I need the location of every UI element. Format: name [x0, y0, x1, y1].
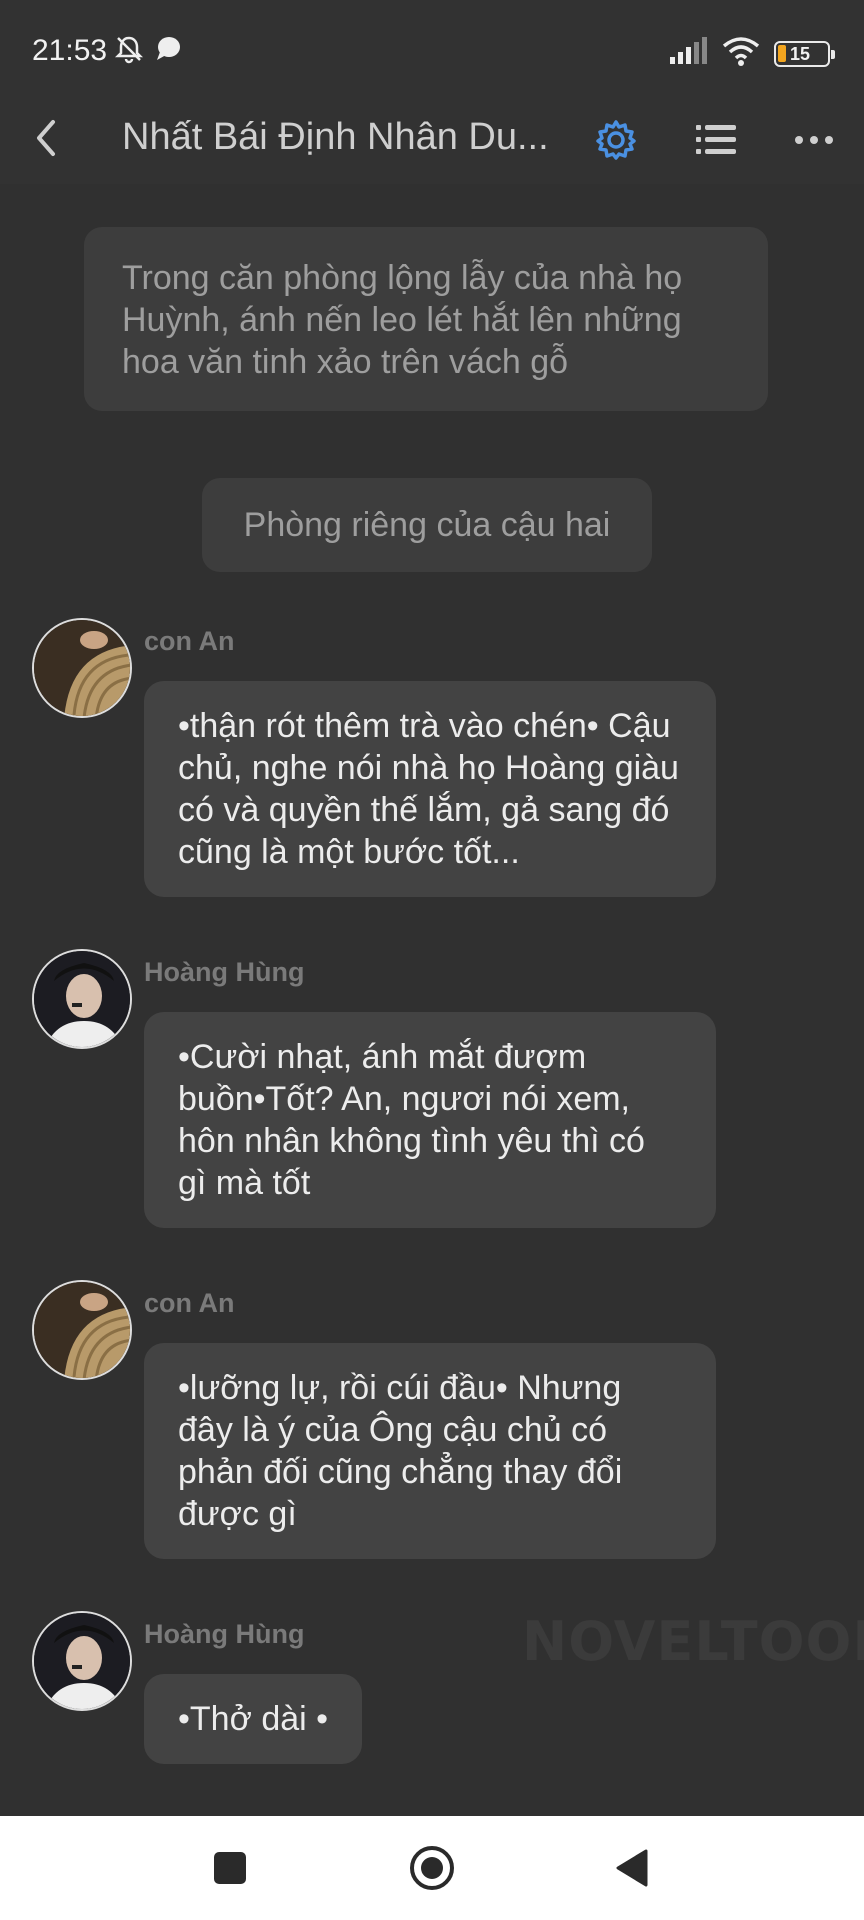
more-icon — [795, 136, 833, 144]
status-time: 21:53 — [32, 34, 108, 67]
list-icon — [696, 125, 736, 154]
home-circle-icon — [410, 1846, 454, 1890]
back-button[interactable] — [18, 110, 74, 166]
wifi-icon — [722, 36, 760, 71]
sender-name: con An — [144, 1288, 235, 1318]
noveltoon-watermark: NOVELTOON — [522, 1610, 864, 1673]
avatar[interactable] — [32, 1611, 132, 1711]
home-button[interactable] — [402, 1838, 462, 1898]
bell-muted-icon — [114, 34, 144, 69]
chapter-list-button[interactable] — [688, 112, 744, 168]
chat-notification-icon — [154, 34, 182, 69]
sender-name: con An — [144, 626, 235, 656]
signal-icon — [668, 37, 708, 70]
settings-button[interactable] — [588, 112, 644, 168]
page-title: Nhất Bái Định Nhân Du... — [122, 116, 549, 158]
avatar[interactable] — [32, 949, 132, 1049]
triangle-back-icon — [616, 1849, 648, 1887]
sender-name: Hoàng Hùng — [144, 957, 305, 987]
more-options-button[interactable] — [786, 112, 842, 168]
back-nav-button[interactable] — [602, 1838, 662, 1898]
narration-box: Trong căn phòng lộng lẫy của nhà họ Huỳn… — [84, 227, 768, 411]
battery-level: 15 — [790, 43, 811, 64]
avatar[interactable] — [32, 1280, 132, 1380]
header: Nhất Bái Định Nhân Du... — [0, 100, 864, 184]
recents-button[interactable] — [200, 1838, 260, 1898]
message-bubble: •lưỡng lự, rồi cúi đầu• Nhưng đây là ý c… — [144, 1343, 716, 1559]
system-nav-bar — [0, 1816, 864, 1920]
chevron-left-icon — [37, 120, 55, 156]
sender-name: Hoàng Hùng — [144, 1619, 305, 1649]
gear-icon — [596, 120, 636, 160]
square-icon — [214, 1852, 246, 1884]
message-bubble: •thận rót thêm trà vào chén• Cậu chủ, ng… — [144, 681, 716, 897]
battery-icon: 15 — [774, 40, 835, 67]
message-bubble: •Thở dài • — [144, 1674, 363, 1764]
message-bubble: •Cười nhạt, ánh mắt đượm buồn•Tốt? An, n… — [144, 1012, 716, 1228]
status-bar: 21:53 15 — [0, 0, 864, 100]
scene-label: Phòng riêng của cậu hai — [202, 478, 652, 572]
avatar[interactable] — [32, 618, 132, 718]
